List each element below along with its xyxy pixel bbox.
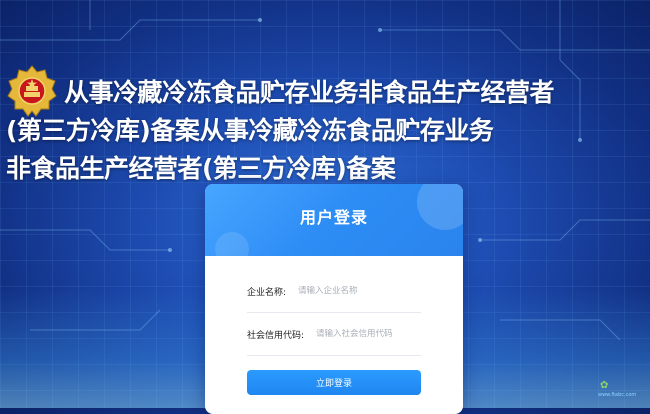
title-line-1: 从事冷藏冷冻食品贮存业务非食品生产经营者: [64, 78, 555, 107]
page-title: 从事冷藏冷冻食品贮存业务非食品生产经营者 (第三方冷库)备案从事冷藏冷冻食品贮存…: [6, 74, 650, 188]
login-card-header: 用户登录: [205, 184, 463, 256]
company-name-input[interactable]: [298, 286, 421, 296]
watermark-text: www.ftabc.com: [598, 392, 637, 398]
login-card: 用户登录 企业名称: 社会信用代码: 立即登录: [205, 184, 463, 414]
site-watermark: ✿ www.ftabc.com: [598, 380, 640, 402]
flower-logo-icon: ✿: [600, 380, 609, 391]
credit-code-label: 社会信用代码:: [247, 330, 305, 341]
company-name-label: 企业名称:: [247, 287, 287, 298]
header-bubble-decoration: [215, 232, 249, 256]
credit-code-input[interactable]: [316, 329, 423, 339]
login-button[interactable]: 立即登录: [247, 370, 421, 395]
login-form: 企业名称: 社会信用代码: 立即登录: [205, 270, 463, 395]
title-line-2: (第三方冷库)备案从事冷藏冷冻食品贮存业务: [6, 116, 494, 145]
company-name-row: 企业名称:: [247, 270, 421, 313]
login-title: 用户登录: [299, 208, 368, 227]
title-line-3: 非食品生产经营者(第三方冷库)备案: [6, 154, 396, 183]
credit-code-row: 社会信用代码:: [247, 313, 423, 356]
